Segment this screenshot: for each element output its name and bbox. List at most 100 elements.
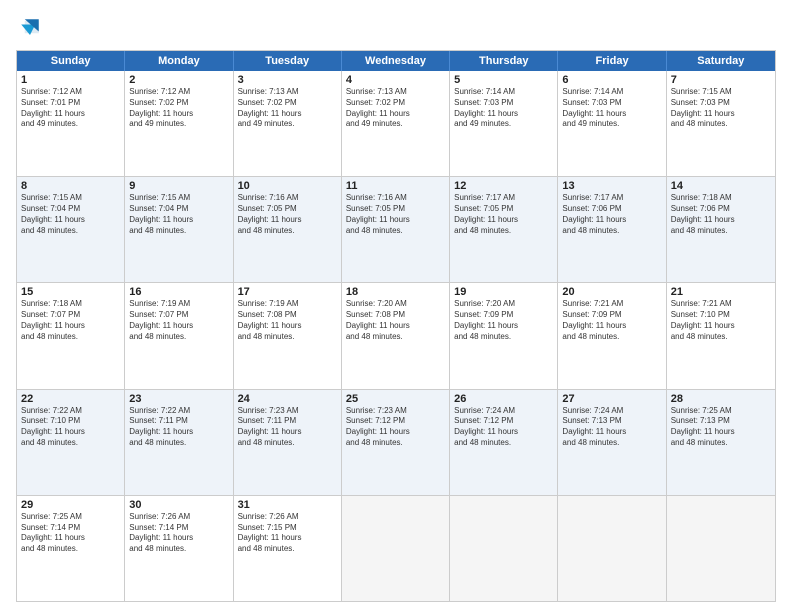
calendar: SundayMondayTuesdayWednesdayThursdayFrid… [16, 50, 776, 602]
empty-cell [558, 496, 666, 601]
cell-info: Sunrise: 7:23 AMSunset: 7:11 PMDaylight:… [238, 406, 337, 449]
empty-cell [667, 496, 775, 601]
cell-info: Sunrise: 7:14 AMSunset: 7:03 PMDaylight:… [454, 87, 553, 130]
cell-info: Sunrise: 7:26 AMSunset: 7:14 PMDaylight:… [129, 512, 228, 555]
day-cell-21: 21Sunrise: 7:21 AMSunset: 7:10 PMDayligh… [667, 283, 775, 388]
empty-cell [342, 496, 450, 601]
day-cell-8: 8Sunrise: 7:15 AMSunset: 7:04 PMDaylight… [17, 177, 125, 282]
day-number: 23 [129, 393, 228, 405]
logo [16, 14, 48, 42]
day-cell-9: 9Sunrise: 7:15 AMSunset: 7:04 PMDaylight… [125, 177, 233, 282]
day-cell-19: 19Sunrise: 7:20 AMSunset: 7:09 PMDayligh… [450, 283, 558, 388]
day-number: 16 [129, 286, 228, 298]
week-row-5: 29Sunrise: 7:25 AMSunset: 7:14 PMDayligh… [17, 495, 775, 601]
cell-info: Sunrise: 7:19 AMSunset: 7:08 PMDaylight:… [238, 299, 337, 342]
day-number: 1 [21, 74, 120, 86]
day-cell-12: 12Sunrise: 7:17 AMSunset: 7:05 PMDayligh… [450, 177, 558, 282]
day-number: 3 [238, 74, 337, 86]
day-cell-4: 4Sunrise: 7:13 AMSunset: 7:02 PMDaylight… [342, 71, 450, 176]
cell-info: Sunrise: 7:14 AMSunset: 7:03 PMDaylight:… [562, 87, 661, 130]
empty-cell [450, 496, 558, 601]
day-cell-29: 29Sunrise: 7:25 AMSunset: 7:14 PMDayligh… [17, 496, 125, 601]
cell-info: Sunrise: 7:17 AMSunset: 7:05 PMDaylight:… [454, 193, 553, 236]
day-cell-30: 30Sunrise: 7:26 AMSunset: 7:14 PMDayligh… [125, 496, 233, 601]
cell-info: Sunrise: 7:19 AMSunset: 7:07 PMDaylight:… [129, 299, 228, 342]
day-number: 4 [346, 74, 445, 86]
day-number: 2 [129, 74, 228, 86]
page: SundayMondayTuesdayWednesdayThursdayFrid… [0, 0, 792, 612]
day-number: 13 [562, 180, 661, 192]
cell-info: Sunrise: 7:26 AMSunset: 7:15 PMDaylight:… [238, 512, 337, 555]
day-cell-15: 15Sunrise: 7:18 AMSunset: 7:07 PMDayligh… [17, 283, 125, 388]
day-cell-10: 10Sunrise: 7:16 AMSunset: 7:05 PMDayligh… [234, 177, 342, 282]
day-number: 22 [21, 393, 120, 405]
day-cell-23: 23Sunrise: 7:22 AMSunset: 7:11 PMDayligh… [125, 390, 233, 495]
day-cell-22: 22Sunrise: 7:22 AMSunset: 7:10 PMDayligh… [17, 390, 125, 495]
week-row-1: 1Sunrise: 7:12 AMSunset: 7:01 PMDaylight… [17, 71, 775, 176]
cell-info: Sunrise: 7:18 AMSunset: 7:06 PMDaylight:… [671, 193, 771, 236]
cell-info: Sunrise: 7:12 AMSunset: 7:01 PMDaylight:… [21, 87, 120, 130]
cell-info: Sunrise: 7:12 AMSunset: 7:02 PMDaylight:… [129, 87, 228, 130]
week-row-2: 8Sunrise: 7:15 AMSunset: 7:04 PMDaylight… [17, 176, 775, 282]
day-number: 21 [671, 286, 771, 298]
day-number: 8 [21, 180, 120, 192]
day-cell-2: 2Sunrise: 7:12 AMSunset: 7:02 PMDaylight… [125, 71, 233, 176]
cell-info: Sunrise: 7:13 AMSunset: 7:02 PMDaylight:… [238, 87, 337, 130]
header-cell-thursday: Thursday [450, 51, 558, 71]
day-number: 6 [562, 74, 661, 86]
cell-info: Sunrise: 7:21 AMSunset: 7:09 PMDaylight:… [562, 299, 661, 342]
cell-info: Sunrise: 7:24 AMSunset: 7:13 PMDaylight:… [562, 406, 661, 449]
day-number: 5 [454, 74, 553, 86]
day-number: 27 [562, 393, 661, 405]
cell-info: Sunrise: 7:15 AMSunset: 7:04 PMDaylight:… [21, 193, 120, 236]
day-number: 12 [454, 180, 553, 192]
cell-info: Sunrise: 7:24 AMSunset: 7:12 PMDaylight:… [454, 406, 553, 449]
day-number: 28 [671, 393, 771, 405]
day-number: 7 [671, 74, 771, 86]
header-cell-sunday: Sunday [17, 51, 125, 71]
day-number: 11 [346, 180, 445, 192]
header [16, 14, 776, 42]
cell-info: Sunrise: 7:15 AMSunset: 7:03 PMDaylight:… [671, 87, 771, 130]
cell-info: Sunrise: 7:25 AMSunset: 7:13 PMDaylight:… [671, 406, 771, 449]
day-cell-31: 31Sunrise: 7:26 AMSunset: 7:15 PMDayligh… [234, 496, 342, 601]
day-cell-25: 25Sunrise: 7:23 AMSunset: 7:12 PMDayligh… [342, 390, 450, 495]
day-number: 18 [346, 286, 445, 298]
calendar-header: SundayMondayTuesdayWednesdayThursdayFrid… [17, 51, 775, 71]
day-number: 29 [21, 499, 120, 511]
day-number: 25 [346, 393, 445, 405]
header-cell-friday: Friday [558, 51, 666, 71]
day-number: 9 [129, 180, 228, 192]
day-cell-27: 27Sunrise: 7:24 AMSunset: 7:13 PMDayligh… [558, 390, 666, 495]
cell-info: Sunrise: 7:20 AMSunset: 7:09 PMDaylight:… [454, 299, 553, 342]
day-cell-24: 24Sunrise: 7:23 AMSunset: 7:11 PMDayligh… [234, 390, 342, 495]
cell-info: Sunrise: 7:22 AMSunset: 7:11 PMDaylight:… [129, 406, 228, 449]
day-cell-14: 14Sunrise: 7:18 AMSunset: 7:06 PMDayligh… [667, 177, 775, 282]
cell-info: Sunrise: 7:22 AMSunset: 7:10 PMDaylight:… [21, 406, 120, 449]
day-cell-3: 3Sunrise: 7:13 AMSunset: 7:02 PMDaylight… [234, 71, 342, 176]
logo-icon [16, 14, 44, 42]
day-number: 30 [129, 499, 228, 511]
week-row-4: 22Sunrise: 7:22 AMSunset: 7:10 PMDayligh… [17, 389, 775, 495]
day-number: 15 [21, 286, 120, 298]
cell-info: Sunrise: 7:25 AMSunset: 7:14 PMDaylight:… [21, 512, 120, 555]
cell-info: Sunrise: 7:20 AMSunset: 7:08 PMDaylight:… [346, 299, 445, 342]
day-cell-13: 13Sunrise: 7:17 AMSunset: 7:06 PMDayligh… [558, 177, 666, 282]
day-number: 17 [238, 286, 337, 298]
day-number: 31 [238, 499, 337, 511]
day-number: 19 [454, 286, 553, 298]
calendar-body: 1Sunrise: 7:12 AMSunset: 7:01 PMDaylight… [17, 71, 775, 601]
day-cell-17: 17Sunrise: 7:19 AMSunset: 7:08 PMDayligh… [234, 283, 342, 388]
cell-info: Sunrise: 7:15 AMSunset: 7:04 PMDaylight:… [129, 193, 228, 236]
day-number: 20 [562, 286, 661, 298]
day-number: 26 [454, 393, 553, 405]
cell-info: Sunrise: 7:21 AMSunset: 7:10 PMDaylight:… [671, 299, 771, 342]
day-cell-11: 11Sunrise: 7:16 AMSunset: 7:05 PMDayligh… [342, 177, 450, 282]
cell-info: Sunrise: 7:23 AMSunset: 7:12 PMDaylight:… [346, 406, 445, 449]
cell-info: Sunrise: 7:13 AMSunset: 7:02 PMDaylight:… [346, 87, 445, 130]
cell-info: Sunrise: 7:16 AMSunset: 7:05 PMDaylight:… [346, 193, 445, 236]
cell-info: Sunrise: 7:18 AMSunset: 7:07 PMDaylight:… [21, 299, 120, 342]
cell-info: Sunrise: 7:16 AMSunset: 7:05 PMDaylight:… [238, 193, 337, 236]
day-cell-1: 1Sunrise: 7:12 AMSunset: 7:01 PMDaylight… [17, 71, 125, 176]
day-cell-28: 28Sunrise: 7:25 AMSunset: 7:13 PMDayligh… [667, 390, 775, 495]
